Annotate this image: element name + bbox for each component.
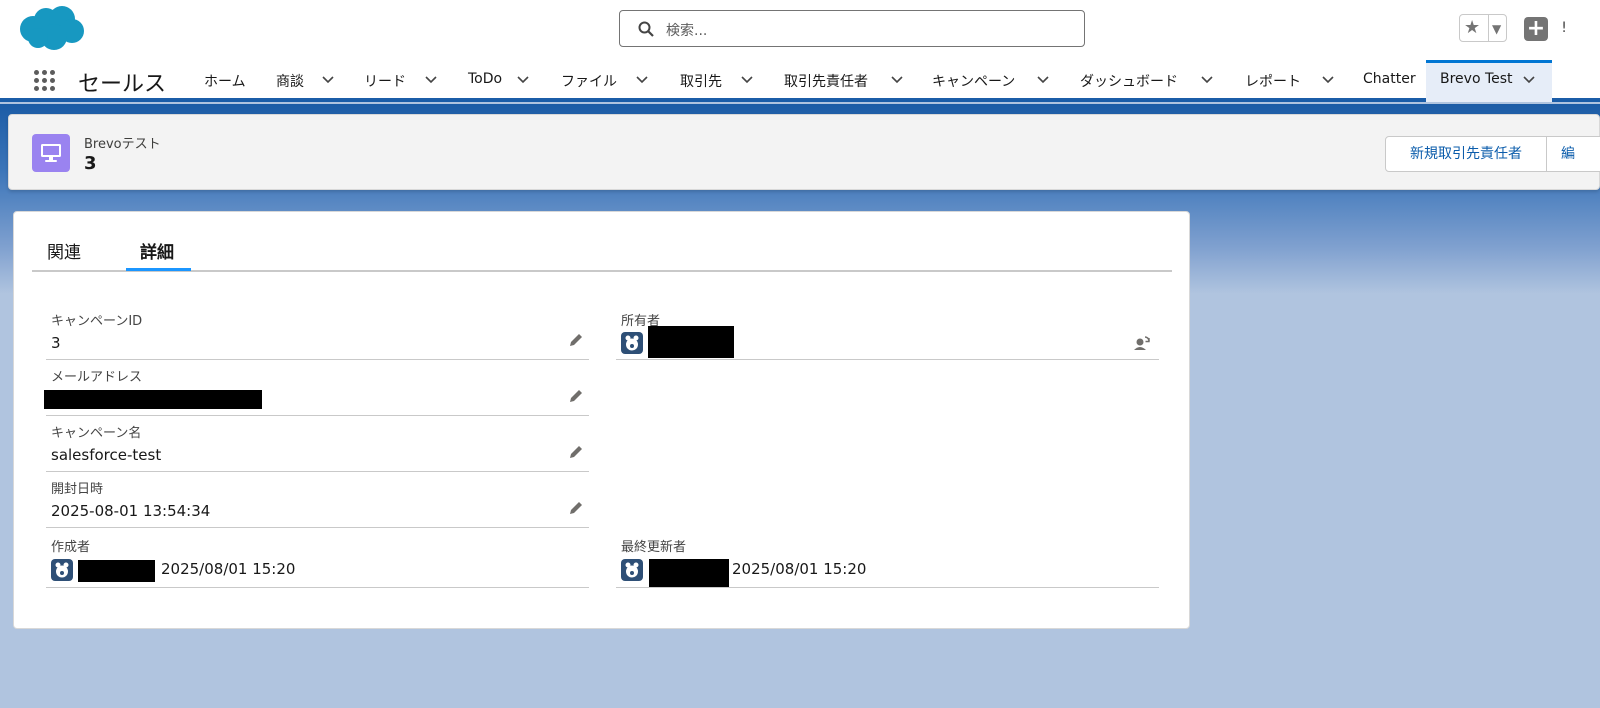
- chevron-down-icon[interactable]: [635, 75, 649, 85]
- user-avatar-icon[interactable]: [621, 559, 643, 581]
- record-object-type: Brevoテスト: [84, 137, 161, 152]
- search-icon: [638, 21, 654, 37]
- favorites-separator: [1488, 15, 1489, 41]
- global-search-input[interactable]: 検索...: [619, 10, 1085, 47]
- chevron-down-icon[interactable]: [321, 75, 335, 85]
- field-opened-at: 開封日時 2025-08-01 13:54:34: [46, 472, 589, 528]
- caret-icon[interactable]: ▼: [1492, 18, 1501, 40]
- chevron-down-icon[interactable]: [1200, 75, 1214, 85]
- nav-item-label: Brevo Test: [1440, 71, 1513, 87]
- user-avatar-icon[interactable]: [621, 332, 643, 354]
- nav-item-label: ホーム: [204, 74, 246, 90]
- record-highlights-panel: Brevoテスト 3 新規取引先責任者 編: [8, 114, 1600, 190]
- global-header: 検索... ★ ▼ + ǃ: [0, 0, 1600, 60]
- search-placeholder: 検索...: [666, 23, 708, 39]
- change-owner-icon[interactable]: [1133, 334, 1151, 352]
- edit-button[interactable]: 編: [1546, 136, 1600, 172]
- edit-icon[interactable]: [568, 388, 584, 404]
- record-type-icon: [32, 134, 70, 172]
- nav-item-label: 取引先: [680, 74, 722, 90]
- record-detail-card: 関連 詳細 キャンペーンID 3 メールアドレス キャンペーン名 salesfo…: [13, 211, 1190, 629]
- chevron-down-icon[interactable]: [424, 75, 438, 85]
- app-launcher-icon[interactable]: [32, 68, 58, 94]
- field-owner: 所有者: [616, 304, 1159, 360]
- chevron-down-icon[interactable]: [740, 75, 754, 85]
- tab-active-indicator: [126, 268, 191, 271]
- nav-item-campaigns[interactable]: キャンペーン: [932, 60, 1054, 102]
- nav-item-brevo-test[interactable]: Brevo Test: [1426, 60, 1552, 102]
- nav-item-label: キャンペーン: [932, 74, 1016, 90]
- nav-item-leads[interactable]: リード: [364, 60, 442, 102]
- nav-item-label: 取引先責任者: [784, 74, 868, 90]
- user-avatar-icon[interactable]: [51, 559, 73, 581]
- field-label: 作成者: [51, 540, 91, 555]
- field-label: キャンペーンID: [51, 314, 143, 329]
- field-value: 2025-08-01 13:54:34: [51, 502, 211, 520]
- edit-icon[interactable]: [568, 332, 584, 348]
- redacted-email-value: [44, 390, 262, 409]
- field-date: 2025/08/01 15:20: [161, 560, 296, 578]
- tab-details[interactable]: 詳細: [140, 238, 174, 263]
- record-tabs: 関連 詳細: [32, 212, 1172, 272]
- nav-item-dashboards[interactable]: ダッシュボード: [1080, 60, 1218, 102]
- tab-related[interactable]: 関連: [47, 238, 81, 263]
- redacted-owner-name: [648, 326, 734, 358]
- record-title: 3: [84, 153, 97, 174]
- nav-item-home[interactable]: ホーム: [204, 60, 254, 102]
- field-label: メールアドレス: [51, 370, 143, 385]
- nav-item-label: Chatter: [1363, 71, 1416, 87]
- redacted-creator-name: [78, 560, 155, 582]
- nav-item-todo[interactable]: ToDo: [468, 60, 534, 102]
- nav-item-reports[interactable]: レポート: [1245, 60, 1339, 102]
- nav-item-contacts[interactable]: 取引先責任者: [784, 60, 908, 102]
- app-name: セールス: [78, 72, 167, 97]
- nav-item-label: リード: [364, 74, 406, 90]
- chevron-down-icon[interactable]: [516, 75, 530, 85]
- salesforce-cloud-icon[interactable]: [16, 5, 86, 53]
- nav-item-chatter[interactable]: Chatter: [1363, 60, 1419, 102]
- nav-item-label: ファイル: [561, 74, 617, 90]
- nav-item-files[interactable]: ファイル: [561, 60, 655, 102]
- field-date: 2025/08/01 15:20: [732, 560, 867, 578]
- nav-item-label: レポート: [1245, 74, 1301, 90]
- chevron-down-icon[interactable]: [1321, 75, 1335, 85]
- redacted-modifier-name: [649, 559, 729, 587]
- field-value: 3: [51, 334, 61, 352]
- field-campaign-id: キャンペーンID 3: [46, 304, 589, 360]
- field-value: salesforce-test: [51, 446, 162, 464]
- favorites-button-group[interactable]: ★ ▼: [1459, 14, 1507, 42]
- header-edge-glyph: ǃ: [1562, 20, 1567, 36]
- nav-item-accounts[interactable]: 取引先: [680, 60, 760, 102]
- nav-item-label: 商談: [276, 74, 304, 90]
- field-label: 開封日時: [51, 482, 104, 497]
- field-last-modified-by: 最終更新者 2025/08/01 15:20: [616, 530, 1159, 588]
- nav-item-label: ダッシュボード: [1080, 74, 1178, 90]
- chevron-down-icon[interactable]: [1036, 75, 1050, 85]
- chevron-down-icon[interactable]: [890, 75, 904, 85]
- field-email: メールアドレス: [44, 360, 589, 416]
- app-navigation-bar: セールス ホーム 商談 リード ToDo ファイル 取引先 取引先責任者 キャン…: [0, 60, 1600, 102]
- nav-item-opportunities[interactable]: 商談: [276, 60, 340, 102]
- field-label: キャンペーン名: [51, 426, 142, 441]
- edit-icon[interactable]: [568, 500, 584, 516]
- plus-icon[interactable]: +: [1524, 17, 1548, 41]
- star-icon[interactable]: ★: [1464, 17, 1480, 39]
- new-contact-button[interactable]: 新規取引先責任者: [1385, 136, 1547, 172]
- field-created-by: 作成者 2025/08/01 15:20: [46, 530, 589, 588]
- edit-icon[interactable]: [568, 444, 584, 460]
- nav-item-label: ToDo: [468, 71, 503, 87]
- field-label: 最終更新者: [621, 540, 687, 555]
- chevron-down-icon[interactable]: [1522, 75, 1536, 85]
- field-campaign-name: キャンペーン名 salesforce-test: [46, 416, 589, 472]
